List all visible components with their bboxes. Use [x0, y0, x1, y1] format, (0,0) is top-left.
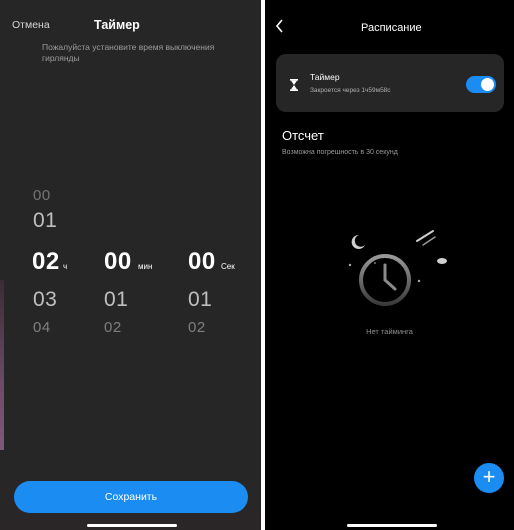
alarm-clock-icon [343, 223, 453, 328]
countdown-title: Отсчет [282, 128, 324, 143]
home-indicator[interactable] [347, 524, 437, 527]
timer-card-subtitle: Закроется через 1ч59м58с [310, 87, 391, 94]
page-title: Таймер [94, 18, 140, 32]
empty-state-text: Нет тайминга [366, 327, 413, 336]
schedule-screen: Расписание Таймер Закроется через 1ч59м5… [265, 0, 514, 530]
minute-option[interactable]: 02 [104, 320, 122, 335]
page-title: Расписание [361, 22, 422, 34]
hour-option[interactable]: 00 [33, 188, 51, 203]
hour-unit-label: ч [63, 262, 68, 271]
minute-selected[interactable]: 00 [104, 250, 132, 274]
minute-unit-label: мин [138, 262, 153, 271]
background-edge [0, 280, 4, 450]
minute-option[interactable]: 01 [104, 289, 128, 310]
hourglass-icon [289, 78, 299, 96]
hour-option[interactable]: 04 [33, 320, 51, 335]
hour-option[interactable]: 03 [33, 289, 57, 310]
save-button[interactable]: Сохранить [14, 481, 248, 513]
plus-icon: + [482, 464, 496, 489]
chevron-left-icon[interactable] [275, 19, 285, 36]
timer-toggle[interactable] [466, 76, 496, 93]
timer-screen: Отмена Таймер Пожалуйста установите врем… [0, 0, 261, 530]
hour-selected[interactable]: 02 [32, 250, 60, 274]
second-option[interactable]: 01 [188, 289, 212, 310]
cancel-button[interactable]: Отмена [12, 19, 50, 31]
add-timer-button[interactable]: + [474, 463, 504, 493]
timer-card[interactable]: Таймер Закроется через 1ч59м58с [276, 54, 504, 112]
timer-hint-text: Пожалуйста установите время выключения г… [42, 42, 215, 63]
toggle-knob [481, 78, 494, 91]
hour-option[interactable]: 01 [33, 210, 57, 231]
second-option[interactable]: 02 [188, 320, 206, 335]
countdown-subtitle: Возможна погрешность в 30 секунд [282, 149, 398, 156]
second-selected[interactable]: 00 [188, 250, 216, 274]
timer-card-title: Таймер [310, 72, 340, 82]
home-indicator[interactable] [87, 524, 177, 527]
second-unit-label: Сек [221, 262, 235, 271]
